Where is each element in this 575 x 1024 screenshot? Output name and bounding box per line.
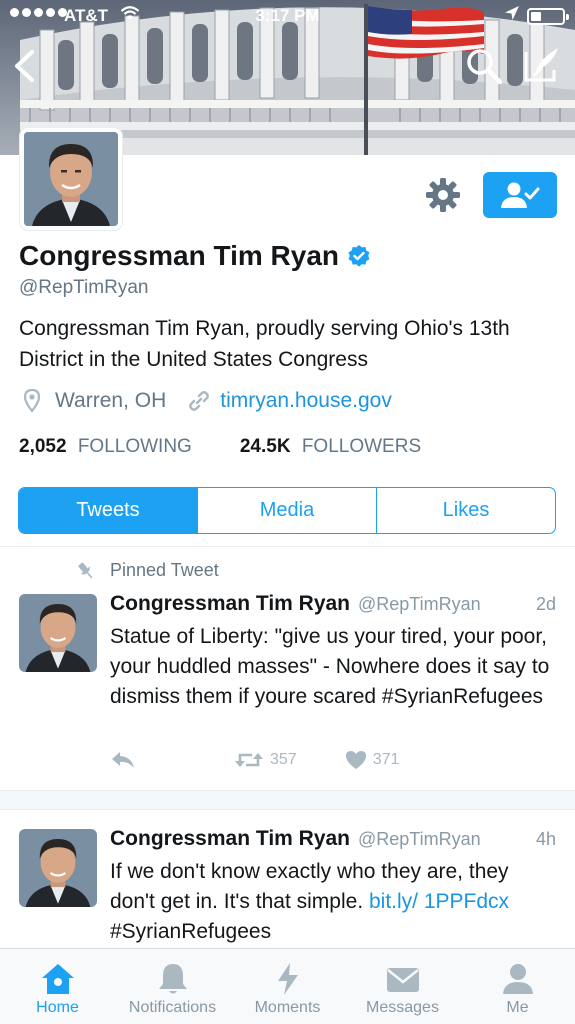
- tweet-divider: [0, 809, 575, 810]
- gear-icon: [426, 178, 460, 212]
- pinned-tweet-text: Pinned Tweet: [110, 560, 219, 580]
- search-icon: [467, 49, 503, 85]
- tab-media[interactable]: Media: [197, 488, 376, 533]
- tabbar-me[interactable]: Me: [460, 949, 575, 1024]
- compose-tweet-button[interactable]: [520, 44, 562, 84]
- tweet-card[interactable]: Congressman Tim Ryan @RepTimRyan 4h If w…: [0, 827, 575, 947]
- profile-meta: Warren, OH timryan.house.gov: [19, 389, 392, 413]
- tweet-avatar-photo: [19, 594, 97, 672]
- compose-icon: [524, 48, 558, 82]
- following-number: 2,052: [19, 436, 67, 457]
- settings-button[interactable]: [424, 176, 462, 214]
- tabbar-messages-label: Messages: [366, 999, 439, 1016]
- location-pin-icon: [23, 389, 41, 413]
- bell-icon: [158, 964, 187, 994]
- tweet-card[interactable]: Congressman Tim Ryan @RepTimRyan 2d Stat…: [0, 592, 575, 782]
- tabbar-home-label: Home: [36, 999, 79, 1016]
- profile-name-row: Congressman Tim Ryan: [19, 240, 371, 272]
- tweet-avatar-photo: [19, 829, 97, 907]
- tweet-author-name[interactable]: Congressman Tim Ryan: [110, 827, 350, 851]
- back-button[interactable]: [8, 48, 42, 84]
- followers-label: FOLLOWERS: [301, 436, 422, 457]
- bottom-tab-bar: Home Notifications Moments Messages Me: [0, 948, 575, 1024]
- retweet-button[interactable]: 357: [234, 750, 297, 770]
- tweet-avatar[interactable]: [19, 829, 97, 907]
- profile-name: Congressman Tim Ryan: [19, 240, 340, 271]
- home-icon: [41, 964, 74, 994]
- battery-icon: [527, 8, 569, 25]
- like-button[interactable]: 371: [345, 750, 400, 770]
- profile-avatar[interactable]: [20, 128, 122, 230]
- lightning-icon: [277, 963, 298, 995]
- tweet-link[interactable]: bit.ly/ 1PPFdcx: [369, 890, 509, 913]
- profile-tabs: Tweets Media Likes: [18, 487, 556, 534]
- reply-icon: [112, 752, 134, 768]
- tab-likes[interactable]: Likes: [376, 488, 555, 533]
- like-count: 371: [372, 751, 400, 768]
- tabbar-me-label: Me: [506, 999, 529, 1016]
- tabbar-home[interactable]: Home: [0, 949, 115, 1024]
- pinned-tweet-label: Pinned Tweet: [76, 560, 219, 581]
- retweet-count: 357: [270, 751, 297, 768]
- profile-photo: [24, 132, 118, 226]
- heart-icon: [345, 751, 366, 769]
- profile-handle: @RepTimRyan: [19, 277, 149, 298]
- followers-number: 24.5K: [239, 436, 291, 457]
- tabbar-notifications[interactable]: Notifications: [115, 949, 230, 1024]
- tweet-header: Congressman Tim Ryan @RepTimRyan 2d: [110, 592, 556, 616]
- tweet-actions: 357 371: [110, 750, 399, 770]
- verified-badge-icon: [348, 245, 370, 267]
- tweet-timestamp: 2d: [535, 594, 556, 614]
- tweet-author-name[interactable]: Congressman Tim Ryan: [110, 592, 350, 616]
- tabbar-notifications-label: Notifications: [128, 999, 217, 1016]
- following-button[interactable]: [483, 172, 557, 218]
- following-count[interactable]: 2,052 FOLLOWING: [19, 436, 192, 458]
- tabbar-messages[interactable]: Messages: [345, 949, 460, 1024]
- person-check-icon: [501, 182, 540, 208]
- profile-bio: Congressman Tim Ryan, proudly serving Oh…: [19, 317, 510, 371]
- status-time: 3:17 PM: [255, 6, 320, 25]
- tab-tweets[interactable]: Tweets: [19, 488, 197, 533]
- tweet-timestamp: 4h: [535, 829, 556, 849]
- reply-button[interactable]: [110, 750, 142, 770]
- tweet-text: Statue of Liberty: "give us your tired, …: [110, 625, 550, 708]
- profile-website-link[interactable]: timryan.house.gov: [220, 389, 392, 413]
- search-button[interactable]: [464, 46, 504, 86]
- tweet-avatar[interactable]: [19, 594, 97, 672]
- tweet-author-handle: @RepTimRyan: [358, 594, 481, 614]
- tweet-author-handle: @RepTimRyan: [358, 829, 481, 849]
- tweet-text: If we don't know exactly who they are, t…: [110, 857, 556, 947]
- tabbar-moments-label: Moments: [254, 999, 321, 1016]
- envelope-icon: [386, 968, 419, 992]
- tabbar-moments[interactable]: Moments: [230, 949, 345, 1024]
- link-icon: [189, 391, 210, 411]
- tweet-gap: [0, 791, 575, 809]
- followers-count[interactable]: 24.5K FOLLOWERS: [240, 436, 421, 458]
- location-arrow-icon: [505, 6, 519, 20]
- profile-location: Warren, OH: [55, 389, 167, 412]
- tweet-header: Congressman Tim Ryan @RepTimRyan 4h: [110, 827, 556, 851]
- pin-icon: [78, 562, 93, 578]
- section-divider: [0, 546, 575, 547]
- retweet-icon: [235, 753, 263, 767]
- person-icon: [502, 964, 533, 994]
- status-bar: AT&T 3:17 PM: [0, 0, 575, 34]
- following-label: FOLLOWING: [77, 436, 192, 457]
- follow-counts: 2,052 FOLLOWING 24.5K FOLLOWERS: [19, 436, 421, 458]
- chevron-left-icon: [15, 50, 34, 82]
- tweet-hashtag[interactable]: #SyrianRefugees: [110, 920, 271, 943]
